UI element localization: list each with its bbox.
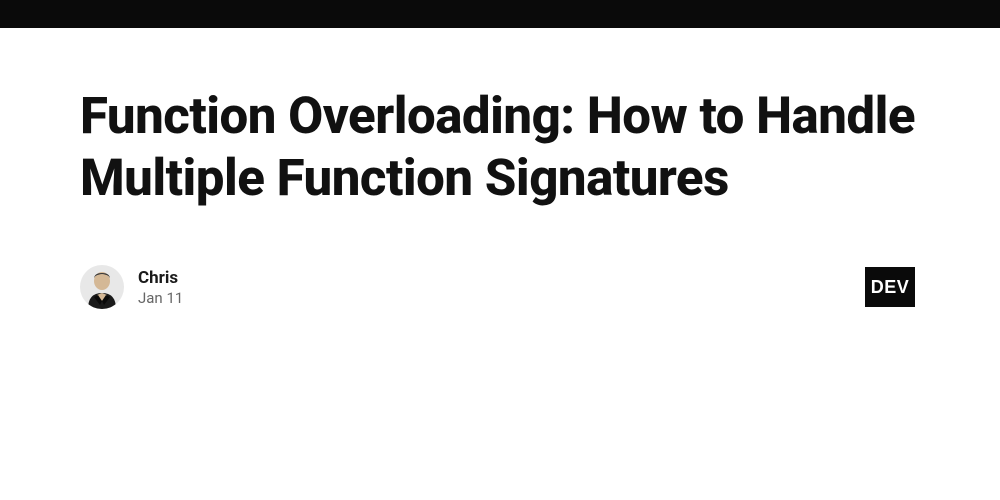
author-block[interactable]: Chris Jan 11	[80, 265, 183, 309]
dev-logo-badge[interactable]: DEV	[865, 267, 915, 307]
post-date: Jan 11	[138, 289, 183, 307]
author-info: Chris Jan 11	[138, 268, 183, 307]
article-title: Function Overloading: How to Handle Mult…	[80, 86, 920, 210]
header-bar	[0, 0, 1000, 28]
author-name[interactable]: Chris	[138, 268, 183, 288]
article-meta-row: Chris Jan 11 DEV	[80, 265, 920, 309]
author-avatar[interactable]	[80, 265, 124, 309]
article-content: Function Overloading: How to Handle Mult…	[0, 28, 1000, 309]
